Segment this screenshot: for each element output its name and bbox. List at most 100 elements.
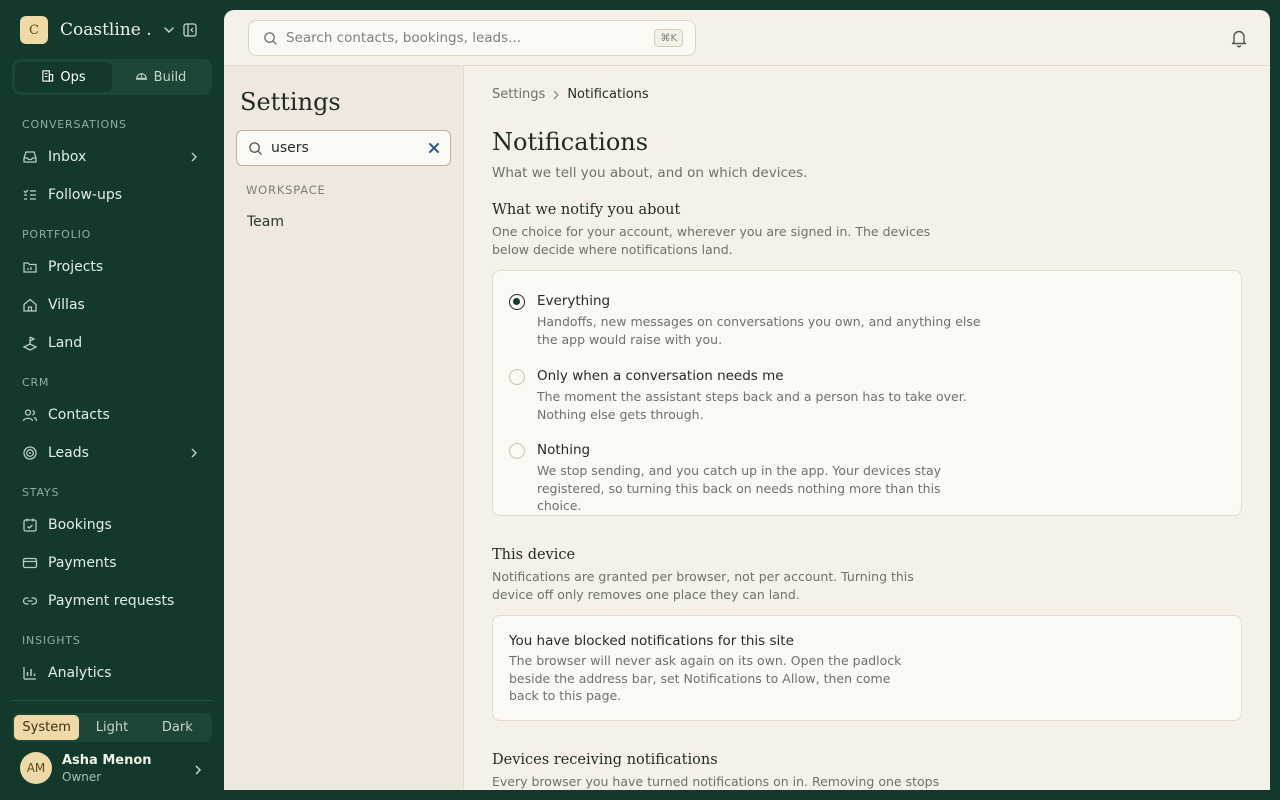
workspace-logo: C bbox=[20, 16, 48, 44]
option-nothing[interactable]: Nothing We stop sending, and you catch u… bbox=[509, 441, 1209, 513]
sidebar-divider bbox=[12, 700, 212, 701]
sidebar-item-label: Inbox bbox=[48, 149, 87, 165]
sidebar-item-inbox[interactable]: Inbox bbox=[12, 140, 212, 174]
chevron-right-icon bbox=[190, 447, 198, 463]
sidebar-item-payments[interactable]: Payments bbox=[12, 546, 212, 580]
collapse-sidebar-icon[interactable] bbox=[182, 22, 198, 42]
clear-search-icon[interactable] bbox=[428, 142, 440, 154]
theme-light-button[interactable]: Light bbox=[79, 715, 144, 740]
house-icon bbox=[22, 297, 38, 313]
option-label: Everything bbox=[537, 293, 611, 309]
folder-chart-icon bbox=[22, 259, 38, 275]
option-description: We stop sending, and you catch up in the… bbox=[537, 463, 942, 513]
devices-section-description: Every browser you have turned notificati… bbox=[492, 774, 940, 789]
notify-section-description: One choice for your account, wherever yo… bbox=[492, 224, 931, 257]
mode-ops-button[interactable]: Ops bbox=[15, 62, 112, 92]
main-panel: ⌘K Settings WORKSPACE Team Settings Noti… bbox=[224, 10, 1270, 790]
page-subtitle: What we tell you about, and on which dev… bbox=[492, 165, 808, 181]
user-role: Owner bbox=[62, 769, 102, 784]
sidebar-item-label: Villas bbox=[48, 297, 85, 313]
sidebar-item-analytics[interactable]: Analytics bbox=[12, 656, 212, 690]
settings-nav: Settings WORKSPACE Team bbox=[224, 66, 464, 790]
radio-everything[interactable] bbox=[509, 294, 525, 310]
device-section-title: This device bbox=[492, 547, 576, 563]
option-label: Only when a conversation needs me bbox=[537, 368, 784, 384]
sidebar-item-follow-ups[interactable]: Follow-ups bbox=[12, 178, 212, 212]
mode-build-button[interactable]: Build bbox=[112, 62, 209, 92]
sidebar-item-label: Leads bbox=[48, 445, 89, 461]
sidebar-item-label: Payment requests bbox=[48, 593, 175, 609]
topbar: ⌘K bbox=[224, 10, 1270, 66]
blocked-notice: You have blocked notifications for this … bbox=[492, 615, 1242, 721]
user-name: Asha Menon bbox=[62, 752, 152, 768]
notify-options-card: Everything Handoffs, new messages on con… bbox=[492, 270, 1242, 516]
hard-hat-icon bbox=[135, 69, 148, 86]
blocked-notice-title: You have blocked notifications for this … bbox=[509, 633, 794, 649]
chevron-right-icon bbox=[190, 151, 198, 167]
nav-section-insights: INSIGHTS bbox=[22, 634, 81, 647]
sidebar-item-contacts[interactable]: Contacts bbox=[12, 398, 212, 432]
nav-section-stays: STAYS bbox=[22, 486, 60, 499]
sidebar-item-label: Bookings bbox=[48, 517, 112, 533]
theme-system-button[interactable]: System bbox=[14, 715, 80, 740]
mode-build-label: Build bbox=[153, 69, 187, 85]
sidebar-item-label: Contacts bbox=[48, 407, 110, 423]
settings-search-input[interactable] bbox=[271, 140, 421, 156]
users-icon bbox=[22, 407, 38, 423]
nav-section-portfolio: PORTFOLIO bbox=[22, 228, 92, 241]
option-description: Handoffs, new messages on conversations … bbox=[537, 314, 981, 347]
bell-icon[interactable] bbox=[1230, 28, 1248, 52]
settings-search[interactable] bbox=[236, 130, 451, 166]
theme-dark-button[interactable]: Dark bbox=[145, 715, 210, 740]
sidebar-item-label: Follow-ups bbox=[48, 187, 123, 203]
building-icon bbox=[41, 69, 54, 86]
global-search[interactable]: ⌘K bbox=[248, 20, 696, 56]
mode-ops-label: Ops bbox=[60, 69, 86, 85]
workspace-switcher[interactable]: C Coastline ... bbox=[20, 16, 210, 44]
workspace-name: Coastline ... bbox=[60, 20, 152, 40]
list-checks-icon bbox=[22, 187, 38, 203]
search-input[interactable] bbox=[286, 30, 636, 46]
sidebar-item-bookings[interactable]: Bookings bbox=[12, 508, 212, 542]
option-only-when-needed[interactable]: Only when a conversation needs me The mo… bbox=[509, 367, 1209, 423]
theme-switch: System Light Dark bbox=[12, 713, 212, 742]
blocked-notice-description: The browser will never ask again on its … bbox=[509, 653, 902, 703]
breadcrumb: Settings Notifications bbox=[492, 87, 649, 102]
sidebar-item-label: Payments bbox=[48, 555, 117, 571]
breadcrumb-current: Notifications bbox=[567, 87, 649, 102]
sidebar-item-payment-requests[interactable]: Payment requests bbox=[12, 584, 212, 618]
option-label: Nothing bbox=[537, 442, 591, 458]
devices-section-title: Devices receiving notifications bbox=[492, 752, 718, 768]
avatar: AM bbox=[20, 752, 52, 784]
breadcrumb-settings-link[interactable]: Settings bbox=[492, 87, 545, 102]
notify-section-title: What we notify you about bbox=[492, 202, 681, 218]
chevron-right-icon bbox=[553, 90, 560, 100]
calendar-check-icon bbox=[22, 517, 38, 533]
sidebar-item-projects[interactable]: Projects bbox=[12, 250, 212, 284]
radio-nothing[interactable] bbox=[509, 443, 525, 459]
sidebar-item-villas[interactable]: Villas bbox=[12, 288, 212, 322]
link-icon bbox=[22, 593, 38, 609]
bar-chart-icon bbox=[22, 665, 38, 681]
chevron-down-icon[interactable] bbox=[163, 22, 175, 42]
sidebar-item-label: Land bbox=[48, 335, 83, 351]
credit-card-icon bbox=[22, 555, 38, 571]
sidebar: C Coastline ... Ops Build CONVERSATIONS … bbox=[0, 0, 224, 800]
search-icon bbox=[248, 141, 263, 156]
option-description: The moment the assistant steps back and … bbox=[537, 389, 967, 422]
settings-title: Settings bbox=[240, 88, 341, 116]
radio-only-when-needed[interactable] bbox=[509, 369, 525, 385]
sidebar-item-leads[interactable]: Leads bbox=[12, 436, 212, 470]
chevron-right-icon bbox=[194, 761, 202, 780]
sidebar-item-label: Analytics bbox=[48, 665, 112, 681]
settings-group-label: WORKSPACE bbox=[246, 183, 326, 197]
inbox-icon bbox=[22, 149, 38, 165]
land-icon bbox=[22, 335, 38, 351]
target-icon bbox=[22, 445, 38, 461]
user-menu[interactable]: AM Asha Menon Owner bbox=[20, 750, 210, 786]
shortcut-badge: ⌘K bbox=[654, 29, 683, 47]
sidebar-item-land[interactable]: Land bbox=[12, 326, 212, 360]
option-everything[interactable]: Everything Handoffs, new messages on con… bbox=[509, 292, 1209, 348]
settings-link-team[interactable]: Team bbox=[247, 214, 284, 230]
nav-section-crm: CRM bbox=[22, 376, 50, 389]
